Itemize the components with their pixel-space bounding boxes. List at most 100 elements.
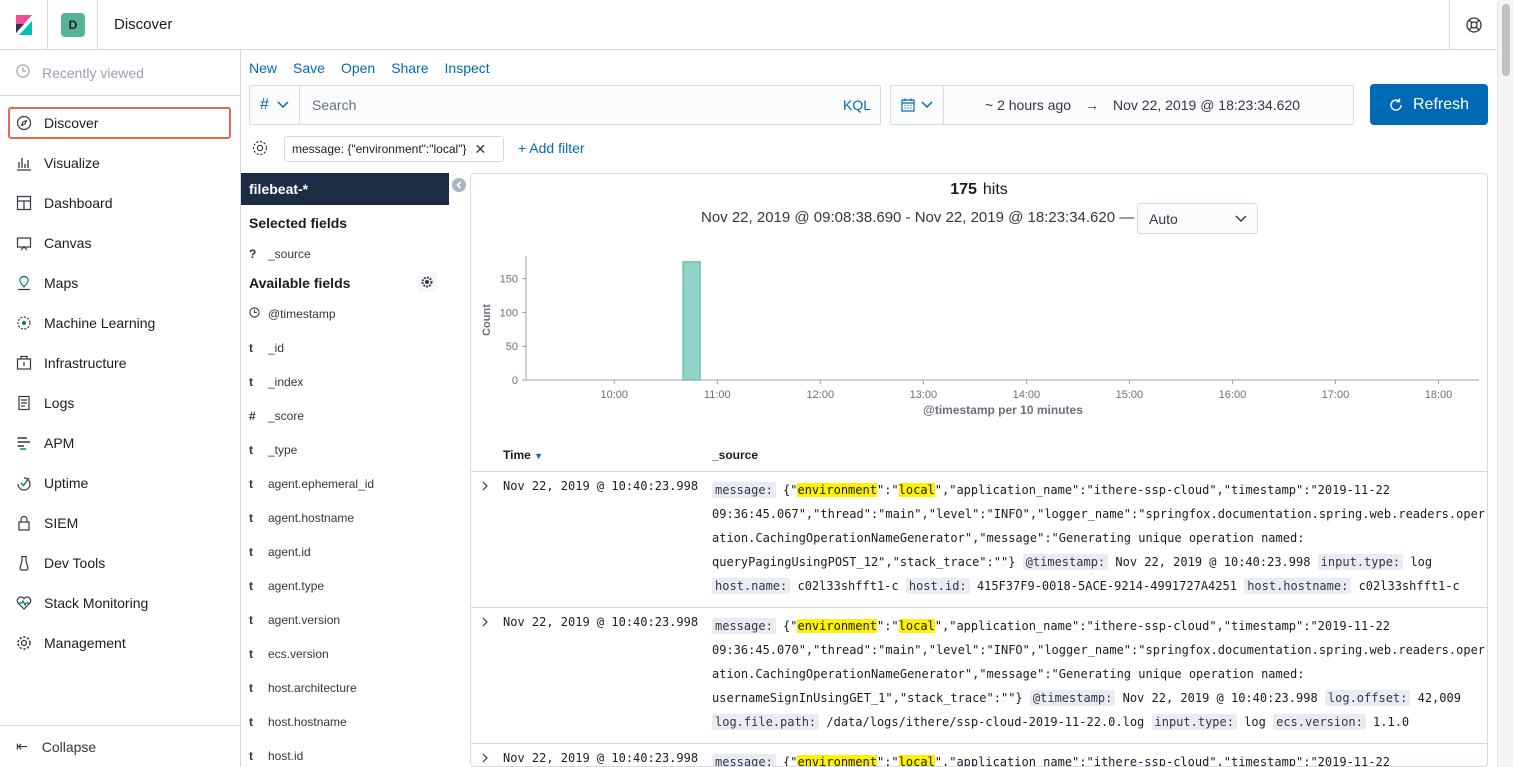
- nav-item-discover[interactable]: Discover: [8, 107, 231, 139]
- sort-down-icon[interactable]: ▼: [534, 451, 543, 461]
- interval-select[interactable]: Auto: [1137, 203, 1258, 234]
- new-link[interactable]: New: [249, 60, 277, 76]
- source-line: queryPagingUsingPOST_12","stack_trace":"…: [712, 550, 1482, 574]
- nav-item-management[interactable]: Management: [8, 627, 231, 659]
- field-item[interactable]: t host.hostname: [249, 712, 347, 732]
- kibana-logo-icon[interactable]: [0, 0, 48, 50]
- nav-item-visualize[interactable]: Visualize: [8, 147, 231, 179]
- management-icon: [16, 635, 32, 651]
- field-item[interactable]: t agent.ephemeral_id: [249, 474, 374, 494]
- field-item-source[interactable]: ? _source: [249, 244, 311, 264]
- field-value: ":": [876, 619, 899, 633]
- field-item[interactable]: t ecs.version: [249, 644, 329, 664]
- histogram-bar: [682, 261, 701, 381]
- field-name: agent.version: [268, 613, 341, 627]
- x-tick-label: 18:00: [1425, 389, 1453, 401]
- logs-icon: [16, 395, 32, 411]
- add-filter-button[interactable]: + Add filter: [518, 140, 585, 156]
- save-link[interactable]: Save: [293, 60, 325, 76]
- expand-row-icon[interactable]: [481, 480, 489, 494]
- siem-icon: [16, 515, 32, 531]
- field-value: ":": [876, 755, 899, 767]
- field-item[interactable]: t agent.version: [249, 610, 340, 630]
- field-item[interactable]: t host.architecture: [249, 678, 357, 698]
- nav-item-dashboard[interactable]: Dashboard: [8, 187, 231, 219]
- start-date[interactable]: ~ 2 hours ago: [985, 97, 1071, 113]
- field-name: agent.id: [268, 545, 311, 559]
- field-item[interactable]: t host.id: [249, 746, 303, 766]
- field-name: _id: [268, 341, 285, 355]
- scrollbar-thumb[interactable]: [1502, 4, 1510, 76]
- string-type-icon: t: [249, 749, 253, 763]
- search-input[interactable]: Search: [300, 97, 843, 113]
- field-item[interactable]: t agent.hostname: [249, 508, 354, 528]
- top-nav-menu: New Save Open Share Inspect: [241, 50, 1497, 86]
- nav-item-logs[interactable]: Logs: [8, 387, 231, 419]
- share-link[interactable]: Share: [391, 60, 428, 76]
- nav-item-label: APM: [44, 435, 75, 451]
- nav-item-label: Discover: [44, 115, 99, 131]
- field-item[interactable]: # _score: [249, 406, 304, 426]
- field-key: host.id:: [905, 578, 970, 594]
- field-item[interactable]: t agent.id: [249, 542, 311, 562]
- nav-item-maps[interactable]: Maps: [8, 267, 231, 299]
- filter-pill[interactable]: message: {"environment":"local"} ✕: [284, 136, 504, 162]
- kql-toggle[interactable]: KQL: [843, 97, 880, 113]
- machine-learning-icon: [16, 315, 32, 331]
- field-item[interactable]: t _id: [249, 338, 284, 358]
- field-name: agent.ephemeral_id: [268, 477, 375, 491]
- expand-row-icon[interactable]: [481, 752, 489, 766]
- field-key: @timestamp:: [1029, 690, 1116, 706]
- field-value: 1.1.0: [1365, 715, 1410, 729]
- remove-filter-icon[interactable]: ✕: [474, 141, 486, 158]
- header-divider: [97, 0, 98, 50]
- page-scrollbar[interactable]: [1497, 0, 1513, 767]
- space-avatar[interactable]: D: [61, 12, 85, 37]
- saved-query-button[interactable]: #: [250, 86, 300, 124]
- field-item[interactable]: t _index: [249, 372, 303, 392]
- open-link[interactable]: Open: [341, 60, 375, 76]
- table-row[interactable]: Nov 22, 2019 @ 10:40:23.998 message: {"en…: [471, 476, 1487, 612]
- nav-item-label: Infrastructure: [44, 355, 127, 371]
- table-row[interactable]: Nov 22, 2019 @ 10:40:23.998 message: {"en…: [471, 748, 1487, 767]
- nav-item-stack-monitoring[interactable]: Stack Monitoring: [8, 587, 231, 619]
- field-settings-gear-icon[interactable]: [417, 272, 437, 292]
- field-value: {": [775, 483, 798, 497]
- canvas-icon: [16, 235, 32, 251]
- nav-item-dev-tools[interactable]: Dev Tools: [8, 547, 231, 579]
- field-value: Nov 22, 2019 @ 10:40:23.998: [1115, 691, 1325, 705]
- field-value: c02l33shfft1-c: [790, 579, 906, 593]
- collapse-sidebar-icon[interactable]: [452, 178, 466, 192]
- field-value: /data/logs/ithere/ssp-cloud-2019-11-22.0…: [819, 715, 1152, 729]
- nav-item-siem[interactable]: SIEM: [8, 507, 231, 539]
- field-name: _type: [268, 443, 298, 457]
- time-column-label: Time: [503, 448, 531, 462]
- nav-item-canvas[interactable]: Canvas: [8, 227, 231, 259]
- field-name: host.architecture: [268, 681, 357, 695]
- y-tick-label: 50: [506, 341, 518, 353]
- nav-item-uptime[interactable]: Uptime: [8, 467, 231, 499]
- nav-item-machine-learning[interactable]: Machine Learning: [8, 307, 231, 339]
- field-item[interactable]: t agent.type: [249, 576, 324, 596]
- source-line: ation.CachingOperationNameGenerator","me…: [712, 526, 1482, 550]
- collapse-nav-button[interactable]: ⇤ Collapse: [0, 725, 240, 767]
- field-item[interactable]: t _type: [249, 440, 297, 460]
- end-date[interactable]: Nov 22, 2019 @ 18:23:34.620: [1113, 97, 1300, 113]
- field-item[interactable]: @timestamp: [249, 304, 336, 324]
- nav-item-apm[interactable]: APM: [8, 427, 231, 459]
- quick-menu-button[interactable]: [891, 86, 944, 124]
- recently-viewed[interactable]: Recently viewed: [0, 50, 240, 96]
- chevron-down-icon: [277, 101, 289, 109]
- string-type-icon: t: [249, 477, 253, 491]
- expand-row-icon[interactable]: [481, 616, 489, 630]
- field-value: c02l33shfft1-c: [1351, 579, 1460, 593]
- time-column-header[interactable]: Time ▼: [503, 448, 543, 462]
- nav-item-infrastructure[interactable]: Infrastructure: [8, 347, 231, 379]
- inspect-link[interactable]: Inspect: [445, 60, 490, 76]
- help-menu-icon[interactable]: [1449, 0, 1497, 50]
- refresh-button[interactable]: Refresh: [1370, 84, 1488, 125]
- index-pattern-selector[interactable]: filebeat-*: [241, 173, 449, 205]
- table-row[interactable]: Nov 22, 2019 @ 10:40:23.998 message: {"en…: [471, 612, 1487, 748]
- filter-settings-gear-icon[interactable]: [251, 139, 269, 159]
- field-key: message:: [712, 482, 776, 498]
